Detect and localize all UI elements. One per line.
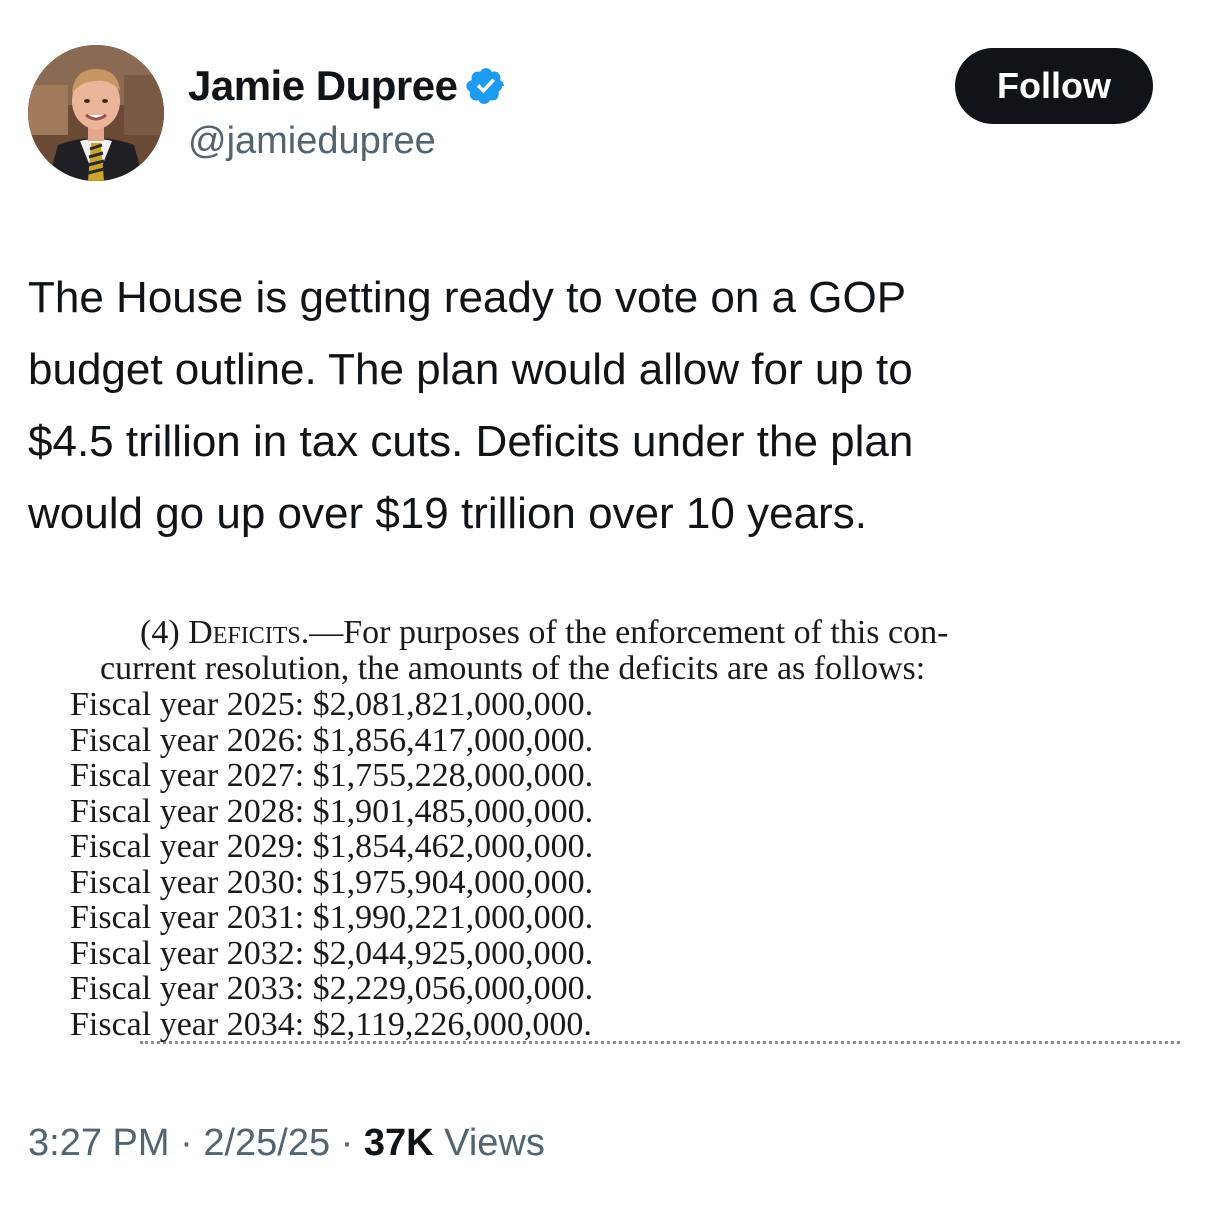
cropped-text-edge <box>140 1041 1180 1045</box>
deficit-row: Fiscal year 2028: $1,901,485,000,000. <box>70 792 594 830</box>
deficit-row: Fiscal year 2030: $1,975,904,000,000. <box>70 863 594 901</box>
meta-separator: · <box>180 1122 193 1164</box>
deficit-row: Fiscal year 2026: $1,856,417,000,000. <box>70 721 594 759</box>
avatar[interactable] <box>28 45 164 181</box>
deficit-row: Fiscal year 2033: $2,229,056,000,000. <box>70 970 594 1007</box>
follow-button[interactable]: Follow <box>955 48 1153 124</box>
deficit-row: Fiscal year 2034: $2,119,226,000,000. <box>70 1005 592 1043</box>
document-intro-line-2: current resolution, the amounts of the d… <box>100 650 926 687</box>
author-display-name[interactable]: Jamie Dupree <box>188 62 507 110</box>
author-name[interactable]: Jamie Dupree <box>188 62 458 110</box>
deficit-row: Fiscal year 2027: $1,755,228,000,000. <box>70 757 594 794</box>
views-count: 37K <box>363 1122 434 1164</box>
deficit-row: Fiscal year 2025: $2,081,821,000,000. <box>70 686 594 723</box>
tweet-meta: 3:27 PM · 2/25/25 · 37K Views <box>28 1122 545 1165</box>
deficit-row: Fiscal year 2029: $1,854,462,000,000. <box>70 828 594 865</box>
tweet-date[interactable]: 2/25/25 <box>203 1122 330 1164</box>
views-label: Views <box>444 1122 545 1164</box>
attached-document-image[interactable]: (4) Deficits.—For purposes of the enforc… <box>70 605 1180 1045</box>
deficit-list: Fiscal year 2025: $2,081,821,000,000. Fi… <box>70 687 593 1042</box>
avatar-photo <box>28 45 164 181</box>
document-intro-line-1: (4) Deficits.—For purposes of the enforc… <box>140 615 948 651</box>
section-title: Deficits. <box>188 614 310 651</box>
tweet-time[interactable]: 3:27 PM <box>28 1122 170 1164</box>
author-handle[interactable]: @jamiedupree <box>188 120 436 163</box>
tweet-text: The House is getting ready to vote on a … <box>28 273 914 538</box>
verified-badge-icon <box>465 65 507 107</box>
deficit-row: Fiscal year 2031: $1,990,221,000,000. <box>70 899 594 936</box>
meta-separator: · <box>340 1122 354 1164</box>
deficit-row: Fiscal year 2032: $2,044,925,000,000. <box>70 934 594 972</box>
section-intro: —For purposes of the enforcement of this… <box>309 614 949 651</box>
section-number: (4) <box>140 614 180 651</box>
